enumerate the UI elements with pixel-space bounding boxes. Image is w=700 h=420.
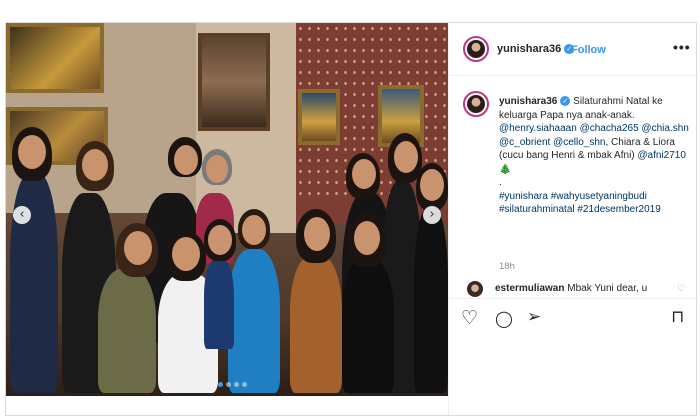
person-face (172, 237, 200, 271)
chevron-right-icon: › (429, 207, 435, 222)
post-photo[interactable]: ‹ › (6, 23, 448, 396)
person-face (242, 215, 266, 245)
previous-photo-button[interactable]: ‹ (13, 206, 31, 224)
person (204, 259, 234, 349)
avatar[interactable] (463, 91, 489, 117)
person-face (18, 135, 46, 169)
person-face (206, 155, 228, 183)
commenter-avatar[interactable] (467, 281, 483, 297)
chevron-left-icon: ‹ (19, 207, 25, 222)
painting (6, 23, 104, 93)
post-header: yunishara36 ✓ Follow ••• (449, 23, 697, 76)
person-face (208, 225, 232, 255)
caption-hashtags[interactable]: #yunishara #wahyusetyaningbudi #silatura… (499, 191, 661, 216)
carousel-dot (226, 382, 231, 387)
follow-button[interactable]: Follow (571, 44, 606, 56)
person-face (420, 169, 444, 201)
commenter-username[interactable]: estermuliawan (495, 283, 564, 294)
post-time[interactable]: 18h (499, 261, 515, 272)
person-face (394, 141, 418, 173)
next-photo-button[interactable]: › (423, 206, 441, 224)
carousel-dot (234, 382, 239, 387)
person-face (354, 221, 380, 255)
comment-bubble-icon[interactable]: ◯ (495, 309, 513, 328)
person-face (82, 149, 108, 181)
verified-badge-icon: ✓ (560, 96, 571, 107)
more-options-icon[interactable]: ••• (673, 39, 691, 55)
person (228, 249, 280, 393)
comment-like-icon[interactable]: ♡ (677, 283, 685, 294)
caption-mention[interactable]: @afni2710 (637, 150, 686, 161)
tree-emoji: 🎄 (499, 163, 512, 175)
person-face (124, 231, 152, 265)
avatar[interactable] (463, 36, 489, 62)
person (342, 259, 394, 393)
like-heart-icon[interactable]: ♡ (461, 307, 478, 329)
share-icon[interactable]: ➢ (527, 307, 541, 327)
carousel-indicator (218, 382, 247, 387)
person (414, 207, 448, 393)
username-link[interactable]: yunishara36 ✓ (497, 43, 575, 55)
carousel-dot (242, 382, 247, 387)
caption-dot: . (499, 177, 502, 188)
action-bar: ♡ ◯ ➢ ⊓ (449, 298, 697, 339)
painting (298, 89, 340, 145)
instagram-post: ‹ › yunishara36 ✓ Follow ••• yunishara36 ✓… (5, 22, 697, 416)
carousel-dot (218, 382, 223, 387)
person (98, 269, 156, 393)
person (290, 255, 342, 393)
comment-row: estermuliawan Mbak Yuni dear, u ♡ (467, 281, 697, 297)
bookmark-icon[interactable]: ⊓ (671, 307, 684, 327)
caption-username[interactable]: yunishara36 (499, 96, 557, 107)
person-face (352, 159, 376, 189)
person-face (304, 217, 330, 251)
comment-text: Mbak Yuni dear, u (567, 283, 648, 294)
person-face (174, 145, 198, 175)
post-caption: yunishara36 ✓ Silaturahmi Natal ke keluar… (499, 95, 695, 217)
post-sidebar: yunishara36 ✓ Follow ••• yunishara36 ✓ Sil… (448, 23, 697, 415)
painting (198, 33, 270, 131)
